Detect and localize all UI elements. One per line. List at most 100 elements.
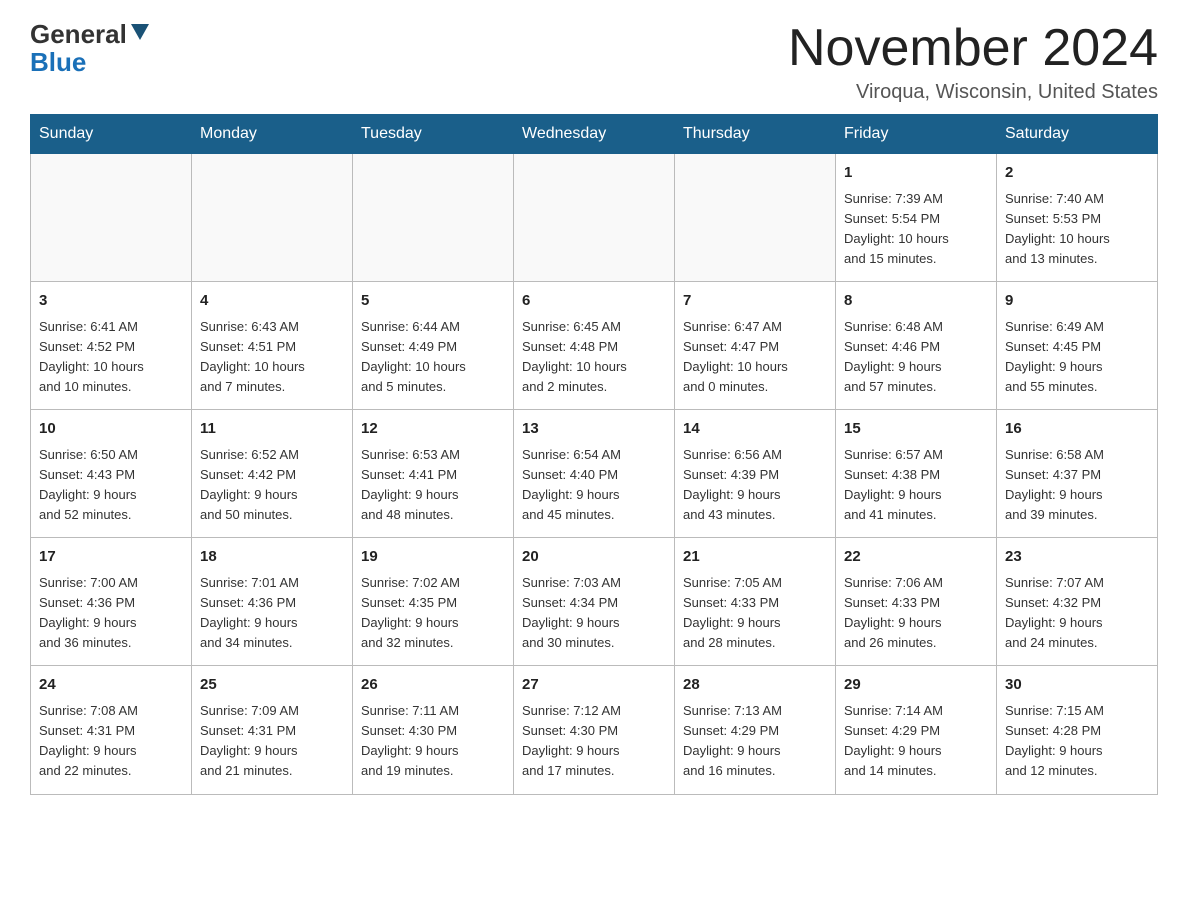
day-info: Sunrise: 6:52 AM Sunset: 4:42 PM Dayligh… xyxy=(200,445,344,526)
day-number: 30 xyxy=(1005,674,1149,697)
logo: General Blue xyxy=(30,20,151,75)
calendar-cell: 15Sunrise: 6:57 AM Sunset: 4:38 PM Dayli… xyxy=(836,410,997,538)
page-header: General Blue November 2024 Viroqua, Wisc… xyxy=(30,20,1158,104)
calendar-cell: 23Sunrise: 7:07 AM Sunset: 4:32 PM Dayli… xyxy=(997,538,1158,666)
day-number: 9 xyxy=(1005,290,1149,313)
day-number: 13 xyxy=(522,418,666,441)
calendar-week-1: 1 Sunrise: 7:39 AM Sunset: 5:54 PM Daylig… xyxy=(31,154,1158,282)
calendar-header: SundayMondayTuesdayWednesdayThursdayFrid… xyxy=(31,115,1158,154)
day-number: 2 xyxy=(1005,162,1149,185)
weekday-header-row: SundayMondayTuesdayWednesdayThursdayFrid… xyxy=(31,115,1158,154)
day-number: 15 xyxy=(844,418,988,441)
day-number: 25 xyxy=(200,674,344,697)
day-info: Sunrise: 7:06 AM Sunset: 4:33 PM Dayligh… xyxy=(844,573,988,654)
day-info: Sunrise: 7:00 AM Sunset: 4:36 PM Dayligh… xyxy=(39,573,183,654)
calendar-cell: 24Sunrise: 7:08 AM Sunset: 4:31 PM Dayli… xyxy=(31,666,192,794)
day-number: 5 xyxy=(361,290,505,313)
calendar-week-2: 3Sunrise: 6:41 AM Sunset: 4:52 PM Daylig… xyxy=(31,282,1158,410)
day-number: 28 xyxy=(683,674,827,697)
logo-general-text: General xyxy=(30,21,127,47)
calendar-cell: 18Sunrise: 7:01 AM Sunset: 4:36 PM Dayli… xyxy=(192,538,353,666)
day-info: Sunrise: 6:45 AM Sunset: 4:48 PM Dayligh… xyxy=(522,317,666,398)
calendar-cell: 12 Sunrise: 6:53 AM Sunset: 4:41 PM Dayli… xyxy=(353,410,514,538)
logo-triangle-icon xyxy=(129,20,151,42)
calendar-cell: 17 Sunrise: 7:00 AM Sunset: 4:36 PM Dayli… xyxy=(31,538,192,666)
calendar-cell xyxy=(514,154,675,282)
calendar-cell: 26 Sunrise: 7:11 AM Sunset: 4:30 PM Dayli… xyxy=(353,666,514,794)
day-info: Sunrise: 6:48 AM Sunset: 4:46 PM Dayligh… xyxy=(844,317,988,398)
calendar-cell: 4 Sunrise: 6:43 AM Sunset: 4:51 PM Daylig… xyxy=(192,282,353,410)
day-number: 20 xyxy=(522,546,666,569)
day-info: Sunrise: 7:09 AM Sunset: 4:31 PM Dayligh… xyxy=(200,701,344,782)
day-number: 23 xyxy=(1005,546,1149,569)
day-number: 4 xyxy=(200,290,344,313)
day-number: 11 xyxy=(200,418,344,441)
day-info: Sunrise: 6:54 AM Sunset: 4:40 PM Dayligh… xyxy=(522,445,666,526)
day-number: 19 xyxy=(361,546,505,569)
weekday-header-monday: Monday xyxy=(192,115,353,154)
calendar-table: SundayMondayTuesdayWednesdayThursdayFrid… xyxy=(30,114,1158,794)
calendar-cell: 9 Sunrise: 6:49 AM Sunset: 4:45 PM Daylig… xyxy=(997,282,1158,410)
day-number: 26 xyxy=(361,674,505,697)
day-info: Sunrise: 7:02 AM Sunset: 4:35 PM Dayligh… xyxy=(361,573,505,654)
day-info: Sunrise: 7:15 AM Sunset: 4:28 PM Dayligh… xyxy=(1005,701,1149,782)
day-info: Sunrise: 7:40 AM Sunset: 5:53 PM Dayligh… xyxy=(1005,189,1149,270)
day-number: 24 xyxy=(39,674,183,697)
weekday-header-friday: Friday xyxy=(836,115,997,154)
logo-blue-text: Blue xyxy=(30,49,151,75)
month-title: November 2024 xyxy=(788,20,1158,77)
day-info: Sunrise: 7:12 AM Sunset: 4:30 PM Dayligh… xyxy=(522,701,666,782)
day-info: Sunrise: 6:50 AM Sunset: 4:43 PM Dayligh… xyxy=(39,445,183,526)
calendar-cell: 7Sunrise: 6:47 AM Sunset: 4:47 PM Daylig… xyxy=(675,282,836,410)
calendar-cell xyxy=(192,154,353,282)
calendar-cell: 8 Sunrise: 6:48 AM Sunset: 4:46 PM Daylig… xyxy=(836,282,997,410)
calendar-week-4: 17 Sunrise: 7:00 AM Sunset: 4:36 PM Dayli… xyxy=(31,538,1158,666)
day-info: Sunrise: 6:58 AM Sunset: 4:37 PM Dayligh… xyxy=(1005,445,1149,526)
calendar-cell: 13 Sunrise: 6:54 AM Sunset: 4:40 PM Dayli… xyxy=(514,410,675,538)
calendar-cell: 27 Sunrise: 7:12 AM Sunset: 4:30 PM Dayli… xyxy=(514,666,675,794)
day-info: Sunrise: 6:49 AM Sunset: 4:45 PM Dayligh… xyxy=(1005,317,1149,398)
weekday-header-sunday: Sunday xyxy=(31,115,192,154)
day-number: 21 xyxy=(683,546,827,569)
day-info: Sunrise: 7:11 AM Sunset: 4:30 PM Dayligh… xyxy=(361,701,505,782)
calendar-cell: 28 Sunrise: 7:13 AM Sunset: 4:29 PM Dayli… xyxy=(675,666,836,794)
calendar-cell: 19 Sunrise: 7:02 AM Sunset: 4:35 PM Dayli… xyxy=(353,538,514,666)
day-info: Sunrise: 6:56 AM Sunset: 4:39 PM Dayligh… xyxy=(683,445,827,526)
day-info: Sunrise: 6:43 AM Sunset: 4:51 PM Dayligh… xyxy=(200,317,344,398)
day-info: Sunrise: 7:03 AM Sunset: 4:34 PM Dayligh… xyxy=(522,573,666,654)
day-number: 6 xyxy=(522,290,666,313)
day-info: Sunrise: 6:53 AM Sunset: 4:41 PM Dayligh… xyxy=(361,445,505,526)
day-info: Sunrise: 7:39 AM Sunset: 5:54 PM Dayligh… xyxy=(844,189,988,270)
title-section: November 2024 Viroqua, Wisconsin, United… xyxy=(788,20,1158,104)
weekday-header-tuesday: Tuesday xyxy=(353,115,514,154)
calendar-cell: 2 Sunrise: 7:40 AM Sunset: 5:53 PM Daylig… xyxy=(997,154,1158,282)
calendar-cell: 11 Sunrise: 6:52 AM Sunset: 4:42 PM Dayli… xyxy=(192,410,353,538)
day-number: 14 xyxy=(683,418,827,441)
day-number: 7 xyxy=(683,290,827,313)
day-number: 1 xyxy=(844,162,988,185)
calendar-cell: 20 Sunrise: 7:03 AM Sunset: 4:34 PM Dayli… xyxy=(514,538,675,666)
weekday-header-saturday: Saturday xyxy=(997,115,1158,154)
calendar-cell: 22 Sunrise: 7:06 AM Sunset: 4:33 PM Dayli… xyxy=(836,538,997,666)
calendar-cell xyxy=(675,154,836,282)
day-number: 27 xyxy=(522,674,666,697)
calendar-cell: 14 Sunrise: 6:56 AM Sunset: 4:39 PM Dayli… xyxy=(675,410,836,538)
calendar-cell: 10 Sunrise: 6:50 AM Sunset: 4:43 PM Dayli… xyxy=(31,410,192,538)
day-info: Sunrise: 7:13 AM Sunset: 4:29 PM Dayligh… xyxy=(683,701,827,782)
day-number: 10 xyxy=(39,418,183,441)
day-number: 22 xyxy=(844,546,988,569)
day-info: Sunrise: 7:05 AM Sunset: 4:33 PM Dayligh… xyxy=(683,573,827,654)
calendar-cell: 29 Sunrise: 7:14 AM Sunset: 4:29 PM Dayli… xyxy=(836,666,997,794)
calendar-cell: 1 Sunrise: 7:39 AM Sunset: 5:54 PM Daylig… xyxy=(836,154,997,282)
calendar-cell: 25 Sunrise: 7:09 AM Sunset: 4:31 PM Dayli… xyxy=(192,666,353,794)
day-info: Sunrise: 7:14 AM Sunset: 4:29 PM Dayligh… xyxy=(844,701,988,782)
day-number: 17 xyxy=(39,546,183,569)
calendar-cell: 21 Sunrise: 7:05 AM Sunset: 4:33 PM Dayli… xyxy=(675,538,836,666)
day-number: 29 xyxy=(844,674,988,697)
weekday-header-thursday: Thursday xyxy=(675,115,836,154)
day-number: 8 xyxy=(844,290,988,313)
weekday-header-wednesday: Wednesday xyxy=(514,115,675,154)
calendar-week-5: 24Sunrise: 7:08 AM Sunset: 4:31 PM Dayli… xyxy=(31,666,1158,794)
day-number: 12 xyxy=(361,418,505,441)
location-subtitle: Viroqua, Wisconsin, United States xyxy=(788,81,1158,104)
